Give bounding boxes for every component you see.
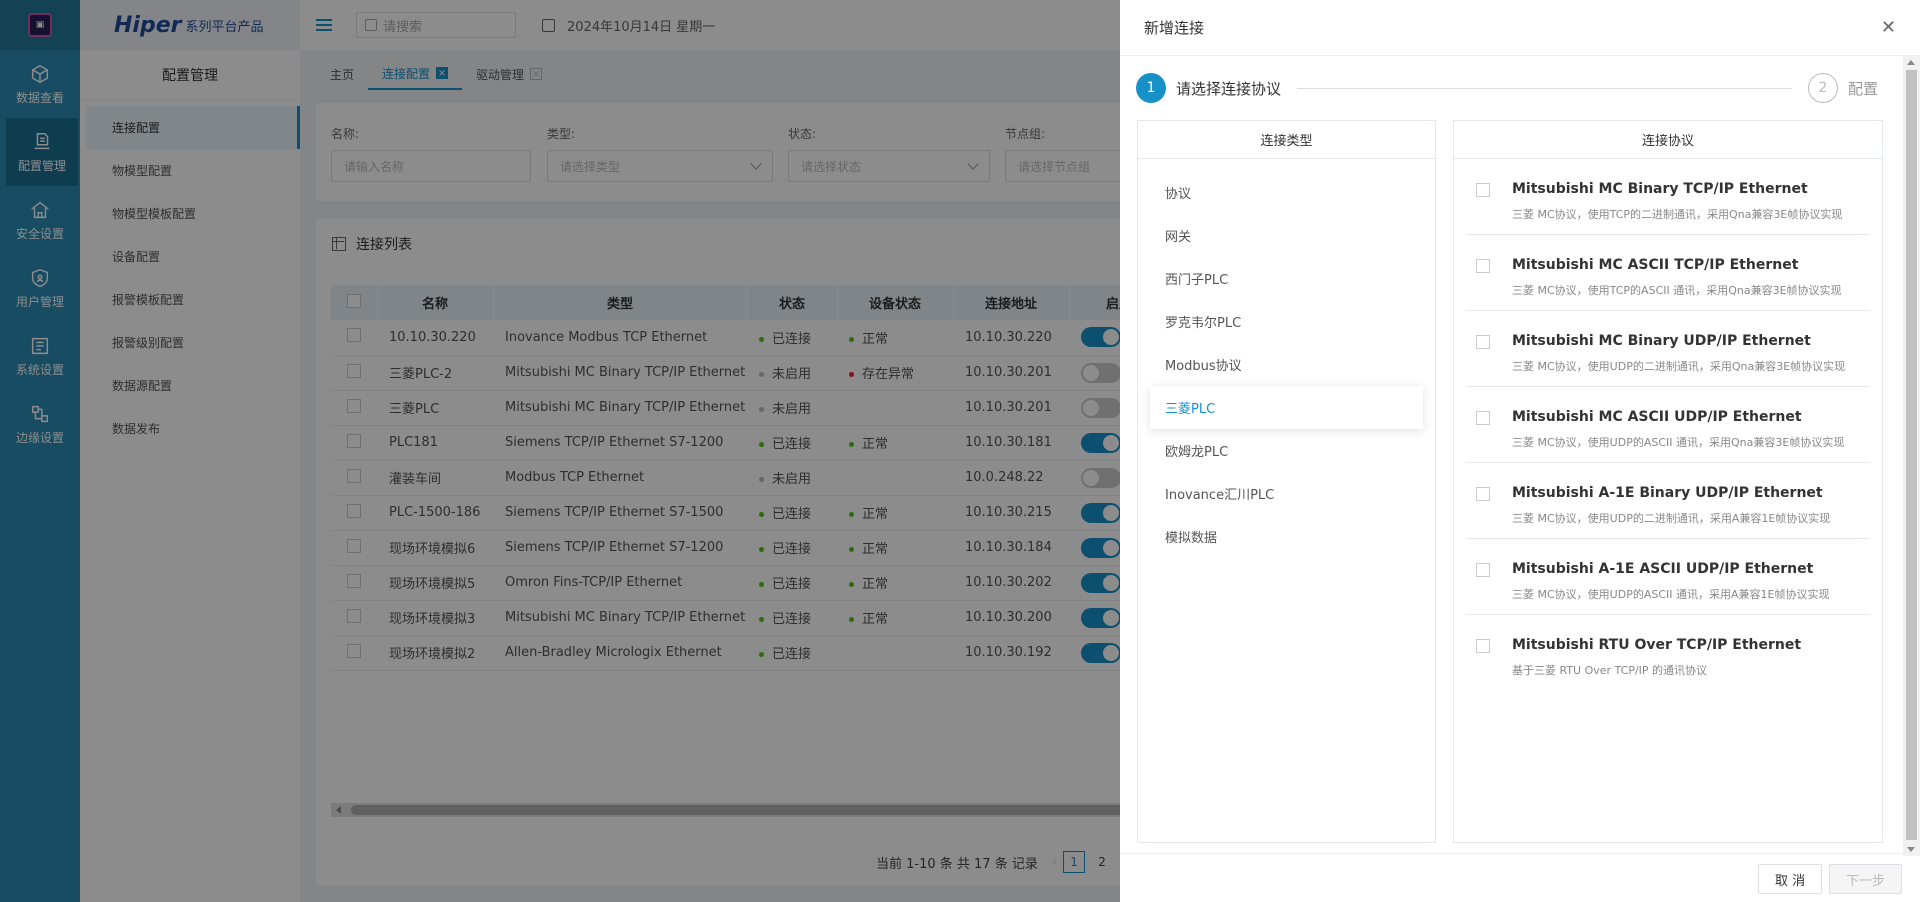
protocol-item[interactable]: Mitsubishi RTU Over TCP/IP Ethernet 基于三菱 … bbox=[1466, 615, 1870, 690]
protocol-item[interactable]: Mitsubishi A-1E ASCII UDP/IP Ethernet 三菱 … bbox=[1466, 539, 1870, 615]
protocol-desc: 基于三菱 RTU Over TCP/IP 的通讯协议 bbox=[1512, 664, 1708, 677]
protocol-info: Mitsubishi MC Binary UDP/IP Ethernet 三菱 M… bbox=[1512, 333, 1845, 376]
protocol-info: Mitsubishi A-1E Binary UDP/IP Ethernet 三菱… bbox=[1512, 485, 1830, 528]
step-1-label: 请选择连接协议 bbox=[1176, 79, 1282, 98]
protocol-desc: 三菱 MC协议，使用TCP的二进制通讯，采用Qna兼容3E帧协议实现 bbox=[1512, 208, 1843, 221]
step-1-circle: 1 bbox=[1136, 73, 1166, 103]
close-icon[interactable]: ✕ bbox=[1881, 17, 1896, 38]
type-item[interactable]: 模拟数据 bbox=[1138, 515, 1435, 558]
drawer-header: 新增连接 ✕ bbox=[1120, 0, 1920, 56]
type-item[interactable]: 欧姆龙PLC bbox=[1138, 429, 1435, 472]
protocol-checkbox[interactable] bbox=[1476, 639, 1490, 653]
protocol-checkbox[interactable] bbox=[1476, 411, 1490, 425]
step-2-circle: 2 bbox=[1807, 73, 1838, 103]
connection-type-panel: 连接类型 协议 网关 西门子PLC 罗克韦尔PLC Modbus协议 三菱PLC 欧姆龙PL… bbox=[1137, 120, 1436, 843]
protocol-desc: 三菱 MC协议，使用UDP的二进制通讯，采用A兼容1E帧协议实现 bbox=[1512, 512, 1831, 525]
drawer-title: 新增连接 bbox=[1144, 19, 1205, 37]
protocol-item[interactable]: Mitsubishi MC Binary UDP/IP Ethernet 三菱 M… bbox=[1466, 311, 1870, 387]
protocol-info: Mitsubishi A-1E ASCII UDP/IP Ethernet 三菱 … bbox=[1512, 561, 1829, 604]
type-item[interactable]: 西门子PLC bbox=[1138, 257, 1435, 300]
scroll-up-icon[interactable] bbox=[1907, 60, 1915, 65]
type-item[interactable]: 网关 bbox=[1138, 214, 1435, 257]
protocol-panel: 连接协议 Mitsubishi MC Binary TCP/IP Etherne… bbox=[1453, 120, 1883, 843]
vertical-scrollbar[interactable] bbox=[1903, 56, 1920, 856]
protocol-list: Mitsubishi MC Binary TCP/IP Ethernet 三菱 M… bbox=[1454, 159, 1882, 690]
protocol-item[interactable]: Mitsubishi MC ASCII UDP/IP Ethernet 三菱 MC… bbox=[1466, 387, 1870, 463]
next-button[interactable]: 下一步 bbox=[1829, 864, 1903, 894]
protocol-name: Mitsubishi MC Binary UDP/IP Ethernet bbox=[1512, 333, 1811, 349]
type-item[interactable]: 三菱PLC bbox=[1150, 386, 1423, 429]
protocol-desc: 三菱 MC协议，使用TCP的ASCII 通讯，采用Qna兼容3E帧协议实现 bbox=[1512, 284, 1842, 297]
protocol-name: Mitsubishi MC Binary TCP/IP Ethernet bbox=[1512, 181, 1808, 197]
protocol-name: Mitsubishi A-1E Binary UDP/IP Ethernet bbox=[1512, 485, 1823, 501]
protocol-name: Mitsubishi A-1E ASCII UDP/IP Ethernet bbox=[1512, 561, 1814, 577]
scroll-down-icon[interactable] bbox=[1907, 847, 1915, 852]
drawer-footer: 取 消 下一步 bbox=[1120, 853, 1903, 902]
cancel-button[interactable]: 取 消 bbox=[1758, 864, 1823, 894]
step-connector bbox=[1297, 87, 1792, 89]
scroll-thumb[interactable] bbox=[1906, 70, 1917, 840]
protocol-desc: 三菱 MC协议，使用UDP的二进制通讯，采用Qna兼容3E帧协议实现 bbox=[1512, 360, 1846, 373]
protocol-desc: 三菱 MC协议，使用UDP的ASCII 通讯，采用A兼容1E帧协议实现 bbox=[1512, 588, 1830, 601]
new-connection-drawer: 新增连接 ✕ 1 请选择连接协议 2 配置 连接类型 协议 网关 西门子PLC 罗克韦… bbox=[1120, 0, 1920, 902]
protocol-name: Mitsubishi MC ASCII UDP/IP Ethernet bbox=[1512, 409, 1802, 425]
protocol-panel-header: 连接协议 bbox=[1454, 121, 1882, 159]
protocol-item[interactable]: Mitsubishi A-1E Binary UDP/IP Ethernet 三菱… bbox=[1466, 463, 1870, 539]
protocol-name: Mitsubishi MC ASCII TCP/IP Ethernet bbox=[1512, 257, 1799, 273]
type-list: 协议 网关 西门子PLC 罗克韦尔PLC Modbus协议 三菱PLC 欧姆龙PLC Inov… bbox=[1138, 159, 1435, 558]
type-panel-header: 连接类型 bbox=[1138, 121, 1435, 159]
protocol-checkbox[interactable] bbox=[1476, 487, 1490, 501]
protocol-item[interactable]: Mitsubishi MC ASCII TCP/IP Ethernet 三菱 MC… bbox=[1466, 235, 1870, 311]
protocol-info: Mitsubishi MC Binary TCP/IP Ethernet 三菱 M… bbox=[1512, 181, 1842, 224]
protocol-name: Mitsubishi RTU Over TCP/IP Ethernet bbox=[1512, 637, 1802, 653]
protocol-desc: 三菱 MC协议，使用UDP的ASCII 通讯，采用Qna兼容3E帧协议实现 bbox=[1512, 436, 1845, 449]
modal-overlay[interactable] bbox=[0, 0, 1120, 902]
type-item[interactable]: 罗克韦尔PLC bbox=[1138, 300, 1435, 343]
steps: 1 请选择连接协议 2 配置 bbox=[1136, 72, 1878, 104]
type-item[interactable]: Modbus协议 bbox=[1138, 343, 1435, 386]
protocol-item[interactable]: Mitsubishi MC Binary TCP/IP Ethernet 三菱 M… bbox=[1466, 159, 1870, 235]
protocol-checkbox[interactable] bbox=[1476, 183, 1490, 197]
protocol-info: Mitsubishi RTU Over TCP/IP Ethernet 基于三菱 … bbox=[1512, 637, 1801, 680]
type-item[interactable]: 协议 bbox=[1138, 171, 1435, 214]
step-2-label: 配置 bbox=[1847, 79, 1878, 98]
protocol-info: Mitsubishi MC ASCII UDP/IP Ethernet 三菱 MC… bbox=[1512, 409, 1844, 452]
protocol-checkbox[interactable] bbox=[1476, 335, 1490, 349]
protocol-checkbox[interactable] bbox=[1476, 563, 1490, 577]
protocol-info: Mitsubishi MC ASCII TCP/IP Ethernet 三菱 MC… bbox=[1512, 257, 1842, 300]
type-item[interactable]: Inovance汇川PLC bbox=[1138, 472, 1435, 515]
protocol-checkbox[interactable] bbox=[1476, 259, 1490, 273]
